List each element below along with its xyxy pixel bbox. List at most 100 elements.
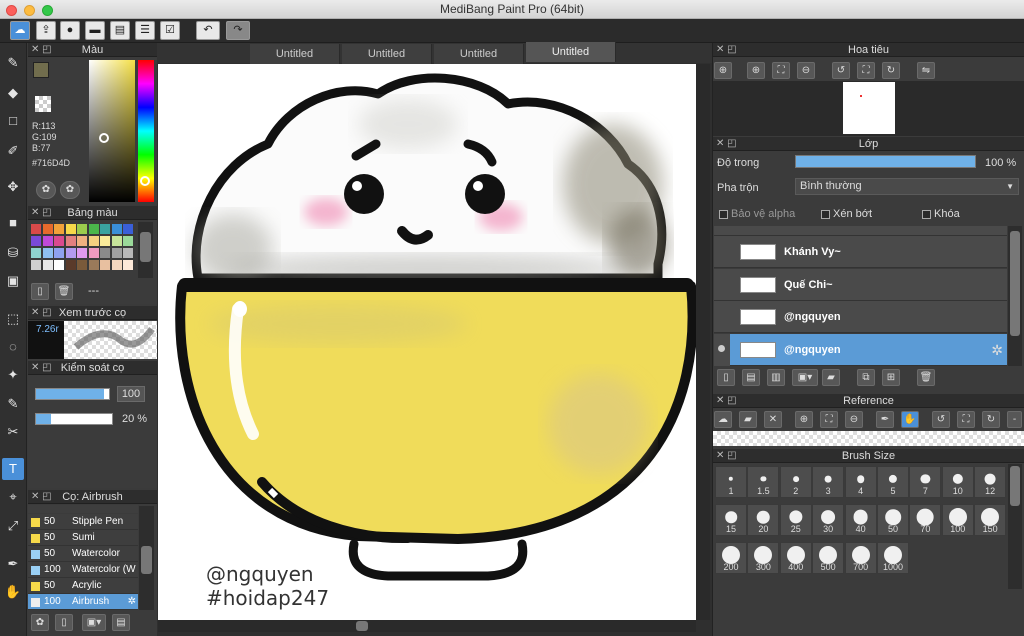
brush-size-option[interactable]: 7 [909, 466, 942, 498]
reference-dropper-button[interactable]: ✒ [876, 411, 894, 428]
reference-rotate-right-button[interactable]: ↻ [982, 411, 1000, 428]
reference-close-button[interactable]: ✕ [764, 411, 782, 428]
canvas-text-handle[interactable]: @ngquyen [206, 562, 314, 586]
brush-size-option[interactable]: 50 [877, 504, 909, 536]
brush-size-scrollbar[interactable] [1008, 464, 1022, 589]
palette-swatch[interactable] [123, 224, 133, 234]
bucket-tool-icon[interactable]: ⛁ [2, 242, 24, 264]
brush-menu-button[interactable]: ▣▾ [82, 614, 106, 631]
palette-scroll-thumb[interactable] [140, 232, 151, 262]
rectangle-select-tool-icon[interactable]: □ [2, 110, 24, 132]
flip-button[interactable]: ⇋ [917, 62, 935, 79]
palette-swatch[interactable] [65, 224, 76, 234]
select-eraser-tool-icon[interactable]: ✂ [2, 421, 24, 443]
transparent-color-swatch[interactable] [35, 96, 51, 112]
reference-open-button[interactable]: ▰ [739, 411, 757, 428]
layer-visibility-cell[interactable] [714, 334, 730, 366]
new-8bit-layer-button[interactable]: ▥ [767, 369, 785, 386]
brush-list-scroll-thumb[interactable] [141, 546, 152, 574]
brush-list-item[interactable]: 50 Watercolor [28, 546, 138, 562]
close-panel-icon[interactable]: ✕ ◰ [31, 490, 52, 504]
palette-swatch[interactable] [100, 236, 110, 246]
palette-swatch[interactable] [111, 248, 122, 258]
layer-row-selected[interactable]: @ngquyen ✲ [730, 334, 1007, 366]
palette-swatch[interactable] [77, 260, 87, 270]
document-tab[interactable]: Untitled [250, 44, 340, 64]
palette-swatch[interactable] [88, 224, 99, 234]
palette-swatch[interactable] [100, 224, 110, 234]
drawing-canvas[interactable]: @ngquyen #hoidap247 [158, 64, 696, 620]
chat-button[interactable]: ● [60, 21, 80, 40]
brush-size-scroll-thumb[interactable] [1010, 466, 1020, 506]
brush-size-option[interactable]: 3 [812, 466, 845, 498]
document-tab[interactable]: Untitled [434, 44, 524, 64]
palette-swatch[interactable] [54, 260, 64, 270]
reference-more-button[interactable]: - [1007, 411, 1022, 428]
palette-swatch[interactable] [77, 224, 87, 234]
palette-swatch[interactable] [88, 248, 99, 258]
brush-size-option[interactable]: 10 [941, 466, 974, 498]
layers-scrollbar[interactable] [1008, 226, 1022, 366]
palette-swatch[interactable] [65, 248, 76, 258]
delete-layer-button[interactable]: 🗑 [917, 369, 935, 386]
cloud-button[interactable]: ☁ [10, 21, 30, 40]
brush-size-option[interactable]: 4 [844, 466, 877, 498]
hue-slider-handle[interactable] [140, 176, 150, 186]
layer-row[interactable]: Khánh Vy~ [714, 236, 1007, 268]
palette-swatch[interactable] [123, 260, 133, 270]
primary-color-swatch[interactable] [33, 62, 49, 78]
palette-swatch[interactable] [31, 224, 41, 234]
lock-checkbox[interactable] [922, 210, 931, 219]
share-button[interactable]: ⇪ [36, 21, 56, 40]
layer-opacity-slider[interactable] [795, 155, 976, 168]
palette-swatch[interactable] [54, 248, 64, 258]
palette-swatch[interactable] [54, 224, 64, 234]
reference-fit-button[interactable]: ⛶ [820, 411, 838, 428]
new-palette-button[interactable]: ▯ [31, 283, 49, 300]
eyedropper-tool-icon[interactable]: ✒ [2, 553, 24, 575]
brush-size-option[interactable]: 150 [974, 504, 1007, 536]
move-tool-icon[interactable]: ✥ [2, 176, 24, 198]
brush-size-option[interactable]: 1 [715, 466, 747, 498]
zoom-out-button[interactable]: ⊖ [797, 62, 815, 79]
zoom-in-button[interactable]: ⊕ [714, 62, 732, 79]
palette-swatch[interactable] [123, 248, 133, 258]
list-button[interactable]: ☰ [135, 21, 155, 40]
brush-size-slider[interactable] [35, 388, 110, 400]
brush-list-item[interactable]: 50 Stipple Pen [28, 514, 138, 530]
add-brush-button[interactable]: ✿ [31, 614, 49, 631]
new-folder-button[interactable]: ▰ [822, 369, 840, 386]
comment-button[interactable]: ▬ [85, 21, 105, 40]
brush-list-item-selected[interactable]: 100 Airbrush ✲ [28, 594, 138, 610]
palette-swatch[interactable] [42, 260, 53, 270]
select-pen-tool-icon[interactable]: ✎ [2, 393, 24, 415]
fit-view-button[interactable]: ⛶ [772, 62, 790, 79]
brush-list-item[interactable]: 50 Acrylic [28, 578, 138, 594]
zoom-window-button[interactable] [42, 5, 53, 16]
pen-tool-icon[interactable]: ✐ [2, 140, 24, 162]
merge-layer-button[interactable]: ⊞ [882, 369, 900, 386]
brush-size-option[interactable]: 2 [779, 466, 812, 498]
palette-swatch[interactable] [88, 260, 99, 270]
brush-tool-icon[interactable]: ✎ [2, 52, 24, 74]
checklist-button[interactable]: ☑ [160, 21, 180, 40]
text-tool-icon[interactable]: T [2, 458, 24, 480]
brush-size-value[interactable]: 100 [117, 386, 145, 402]
undo-button[interactable]: ↶ [196, 21, 220, 40]
brush-size-option[interactable]: 500 [812, 542, 845, 574]
reference-hand-button[interactable]: ✋ [901, 411, 919, 428]
palette-swatch[interactable] [77, 248, 87, 258]
close-panel-icon[interactable]: ✕ ◰ [716, 43, 737, 57]
fill-rect-tool-icon[interactable]: ■ [2, 212, 24, 234]
brush-size-option[interactable]: 400 [779, 542, 812, 574]
select-tool-icon[interactable]: ⬚ [2, 308, 24, 330]
brush-size-option[interactable]: 15 [715, 504, 747, 536]
redo-button[interactable]: ↷ [226, 21, 250, 40]
reset-rotation-button[interactable]: ⛶ [857, 62, 875, 79]
layer-add-menu-button[interactable]: ▣▾ [792, 369, 818, 386]
palette-swatch[interactable] [65, 236, 76, 246]
close-panel-icon[interactable]: ✕ ◰ [31, 206, 52, 220]
canvas-horizontal-scrollbar[interactable] [158, 620, 696, 632]
palette-swatch[interactable] [111, 224, 122, 234]
brush-size-option[interactable]: 1.5 [747, 466, 780, 498]
